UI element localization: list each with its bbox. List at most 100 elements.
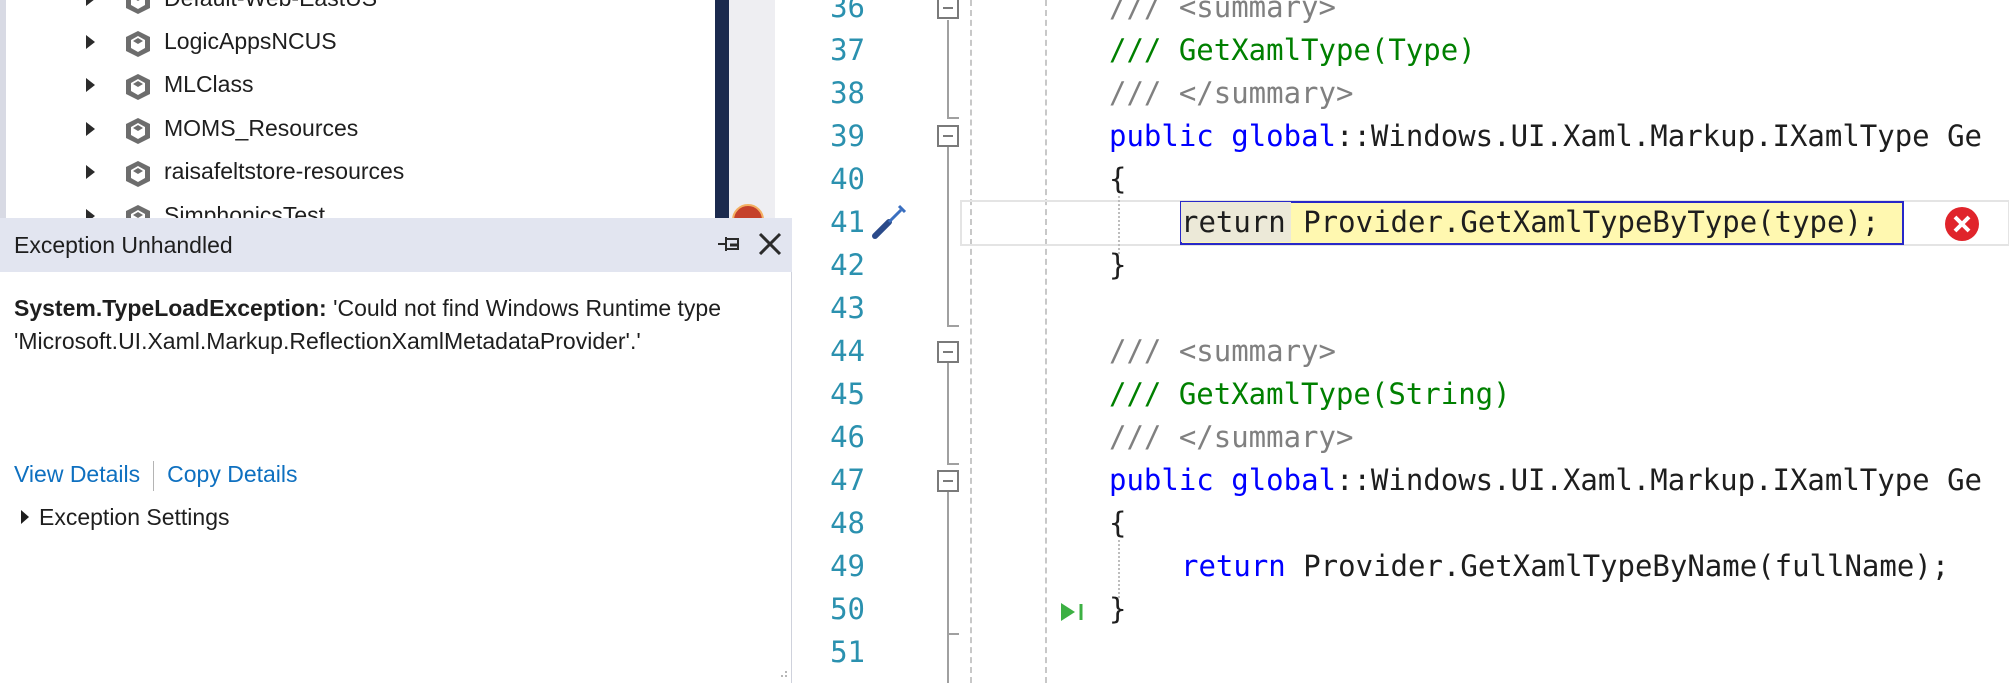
line-number: 50 — [830, 592, 865, 626]
code-line[interactable]: public global::Windows.UI.Xaml.Markup.IX… — [1109, 115, 1982, 158]
code-line[interactable]: { — [1109, 158, 1126, 201]
tree-item[interactable]: SimphonicsTest — [0, 195, 715, 218]
code-line[interactable]: return Provider.GetXamlTypeByName(fullNa… — [1181, 545, 1949, 588]
code-line[interactable]: /// GetXamlType(String) — [1109, 373, 1511, 416]
line-number: 47 — [830, 463, 865, 497]
tree-item-label: MLClass — [164, 71, 254, 97]
panel-scrollbar[interactable] — [715, 0, 775, 218]
line-number: 39 — [830, 119, 865, 153]
outline-tick — [947, 325, 959, 327]
tree-item[interactable]: MOMS_Resources — [0, 108, 715, 151]
screwdriver-icon[interactable] — [869, 200, 909, 242]
expand-arrow-icon[interactable] — [86, 165, 95, 179]
resource-group-icon — [126, 31, 150, 57]
scrollbar-thumb[interactable] — [715, 0, 729, 218]
margin-dash-line — [1045, 0, 1047, 683]
resource-group-icon — [126, 74, 150, 100]
code-line[interactable]: /// GetXamlType(Type) — [1109, 29, 1476, 72]
code-line[interactable]: public global::Windows.UI.Xaml.Markup.IX… — [1109, 459, 1982, 502]
code-text: Provider.GetXamlTypeByType(type); — [1285, 205, 1880, 239]
code-text: ::Windows.UI.Xaml.Markup.IXamlType Ge — [1336, 463, 1983, 497]
collapse-toggle[interactable] — [937, 470, 959, 492]
resource-group-icon — [126, 118, 150, 144]
tree-item-label: LogicAppsNCUS — [164, 28, 337, 54]
line-number: 42 — [830, 248, 865, 282]
error-icon[interactable] — [1944, 206, 1980, 242]
outline-line — [947, 145, 949, 325]
expand-arrow-icon[interactable] — [86, 209, 95, 218]
tree-item[interactable]: raisafeltstore-resources — [0, 151, 715, 194]
close-icon[interactable] — [756, 230, 784, 258]
line-number: 51 — [830, 635, 865, 669]
exception-type: System.TypeLoadException: — [14, 295, 327, 321]
line-number: 49 — [830, 549, 865, 583]
keyword: return — [1181, 205, 1286, 239]
resource-group-icon — [126, 0, 150, 14]
exception-settings-label: Exception Settings — [39, 504, 230, 530]
code-line[interactable]: return Provider.GetXamlTypeByType(type); — [1181, 201, 1879, 244]
exception-titlebar: Exception Unhandled — [0, 218, 792, 272]
tree-item-label: Default-Web-EastUS — [164, 0, 377, 12]
margin-dash-line — [970, 0, 972, 683]
tree-item-label: SimphonicsTest — [164, 202, 326, 218]
outline-line — [947, 363, 949, 463]
resize-grip-icon[interactable] — [776, 668, 788, 680]
keyword: global — [1231, 119, 1336, 153]
collapse-toggle[interactable] — [937, 0, 959, 19]
line-number: 48 — [830, 506, 865, 540]
line-number: 38 — [830, 76, 865, 110]
keyword: public — [1109, 119, 1214, 153]
view-details-link[interactable]: View Details — [14, 461, 140, 487]
tree-item-label: MOMS_Resources — [164, 115, 359, 141]
expand-arrow-icon[interactable] — [86, 78, 95, 92]
resource-group-icon — [126, 161, 150, 187]
copy-details-link[interactable]: Copy Details — [167, 461, 297, 487]
line-number: 41 — [830, 205, 865, 239]
code-line[interactable]: /// <summary> — [1109, 0, 1336, 29]
line-number: 36 — [830, 0, 865, 24]
exception-title: Exception Unhandled — [14, 232, 233, 258]
outline-tick — [947, 633, 959, 635]
pin-icon[interactable] — [716, 231, 744, 259]
tree-item[interactable]: MLClass — [0, 64, 715, 107]
resource-tree: Default-Web-EastUS LogicAppsNCUS MLClass… — [0, 0, 715, 218]
line-number: 46 — [830, 420, 865, 454]
tree-item[interactable]: LogicAppsNCUS — [0, 21, 715, 64]
collapse-toggle[interactable] — [937, 125, 959, 147]
code-line[interactable]: } — [1109, 588, 1126, 631]
outline-tick — [947, 463, 959, 465]
exception-links: View Details Copy Details — [14, 461, 298, 491]
outline-line — [947, 490, 949, 683]
code-text: ::Windows.UI.Xaml.Markup.IXamlType Ge — [1336, 119, 1983, 153]
outline-line — [947, 20, 949, 117]
resource-group-icon — [126, 205, 150, 218]
expand-triangle-icon[interactable] — [21, 509, 29, 524]
exception-helper-popup: Exception Unhandled System.TypeLoadExcep… — [0, 218, 792, 683]
code-line[interactable]: } — [1109, 244, 1126, 287]
tree-item-label: raisafeltstore-resources — [164, 158, 405, 184]
code-line[interactable]: { — [1109, 502, 1126, 545]
line-number: 40 — [830, 162, 865, 196]
keyword: public — [1109, 463, 1214, 497]
line-number: 45 — [830, 377, 865, 411]
exception-message: System.TypeLoadException: 'Could not fin… — [14, 292, 774, 358]
keyword: return — [1181, 549, 1286, 583]
run-to-click-icon[interactable] — [1059, 600, 1087, 624]
keyword: global — [1231, 463, 1336, 497]
outline-tick — [947, 117, 959, 119]
collapse-toggle[interactable] — [937, 341, 959, 363]
exception-settings-toggle[interactable]: Exception Settings — [14, 504, 230, 531]
code-text: Provider.GetXamlTypeByName(fullName); — [1285, 549, 1950, 583]
code-line[interactable]: /// <summary> — [1109, 330, 1336, 373]
code-editor[interactable]: 36 37 38 39 40 41 42 43 44 45 46 47 48 4… — [793, 0, 2009, 683]
line-number: 37 — [830, 33, 865, 67]
code-line[interactable]: /// </summary> — [1109, 416, 1353, 459]
line-number: 44 — [830, 334, 865, 368]
expand-arrow-icon[interactable] — [86, 0, 95, 6]
code-line[interactable]: /// </summary> — [1109, 72, 1353, 115]
expand-arrow-icon[interactable] — [86, 35, 95, 49]
line-number: 43 — [830, 291, 865, 325]
expand-arrow-icon[interactable] — [86, 122, 95, 136]
link-separator — [153, 461, 155, 491]
tree-item[interactable]: Default-Web-EastUS — [0, 0, 715, 21]
